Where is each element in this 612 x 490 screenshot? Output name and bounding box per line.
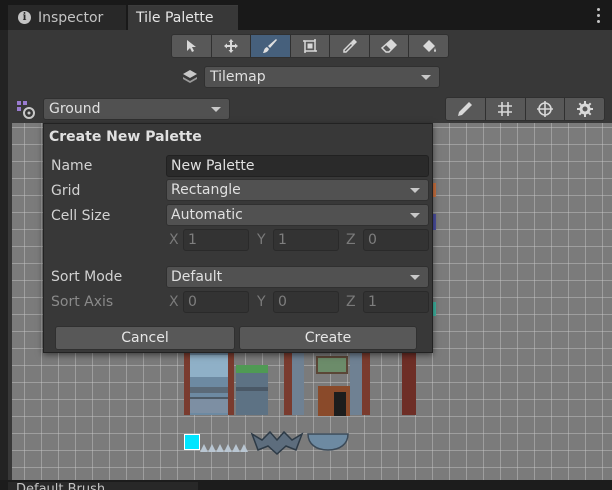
cell-z-field: 0 (363, 229, 429, 251)
tab-inspector[interactable]: i Inspector (8, 5, 126, 30)
axis-x-label: X (169, 294, 179, 310)
palette-dropdown[interactable]: Ground (43, 98, 230, 120)
tab-label: Tile Palette (136, 10, 214, 26)
axis-z-label: Z (346, 294, 356, 310)
create-palette-dialog: Create New Palette Name New Palette Grid… (43, 123, 433, 353)
door-tile[interactable] (318, 386, 350, 416)
wall-tile[interactable] (236, 365, 268, 415)
sign-tile[interactable] (316, 356, 348, 374)
fill-tool-button[interactable] (408, 34, 450, 58)
platform-tile[interactable] (306, 432, 350, 452)
cell-size-dropdown[interactable]: Automatic (166, 204, 429, 226)
tab-bar: i Inspector Tile Palette (0, 0, 612, 30)
name-input[interactable]: New Palette (166, 155, 429, 177)
grid-dropdown-value: Rectangle (171, 182, 241, 198)
cell-y-field: 1 (273, 229, 339, 251)
axis-y-label: Y (257, 294, 266, 310)
selected-tile[interactable] (184, 434, 200, 450)
tilemap-dropdown-value: Tilemap (210, 69, 266, 85)
cell-z-label: Z (346, 232, 356, 248)
move-icon (223, 39, 238, 53)
palette-icon[interactable] (16, 100, 36, 120)
grid-icon (498, 102, 513, 116)
gizmos-button[interactable] (524, 97, 566, 121)
cell-x-label: X (169, 232, 179, 248)
select-tool-button[interactable] (171, 34, 212, 58)
bat-tile[interactable] (250, 430, 304, 456)
tool-bar (171, 34, 450, 58)
grid-dropdown[interactable]: Rectangle (166, 179, 429, 201)
sort-mode-dropdown-value: Default (171, 269, 223, 285)
settings-gear-icon (576, 101, 593, 117)
cell-size-dropdown-value: Automatic (171, 207, 243, 223)
palette-dropdown-value: Ground (49, 101, 101, 117)
toggle-grid-button[interactable] (484, 97, 526, 121)
chevron-down-icon (410, 275, 420, 280)
sort-axis-x-field: 0 (183, 291, 249, 313)
tab-tile-palette[interactable]: Tile Palette (128, 5, 238, 30)
edit-palette-button[interactable] (445, 97, 486, 121)
palette-toolbar (445, 97, 605, 121)
box-fill-icon (303, 39, 318, 53)
box-fill-tool-button[interactable] (289, 34, 331, 58)
pillar-tile[interactable] (402, 353, 416, 415)
cancel-button[interactable]: Cancel (55, 326, 235, 350)
palette-settings-button[interactable] (564, 97, 605, 121)
tilemap-dropdown[interactable]: Tilemap (204, 66, 440, 88)
kebab-menu-icon[interactable] (590, 6, 606, 24)
info-icon: i (18, 11, 31, 24)
chevron-down-icon (211, 107, 221, 112)
cell-x-field: 1 (183, 229, 249, 251)
gizmo-target-icon (536, 101, 553, 117)
tab-default-brush[interactable]: Default Brush (8, 482, 198, 490)
sort-axis-y-field: 0 (273, 291, 339, 313)
window-left-edge (0, 0, 8, 490)
sort-axis-z-field: 1 (363, 291, 429, 313)
window-tile[interactable] (184, 353, 234, 415)
sort-axis-label: Sort Axis (51, 294, 114, 310)
chevron-down-icon (410, 213, 420, 218)
cell-size-label: Cell Size (51, 208, 111, 224)
paintbrush-icon (263, 39, 278, 53)
name-label: Name (51, 158, 93, 174)
cell-y-label: Y (257, 232, 266, 248)
grid-label: Grid (51, 183, 81, 199)
sort-mode-dropdown[interactable]: Default (166, 266, 429, 288)
eraser-icon (381, 38, 398, 53)
layers-icon (183, 70, 197, 83)
create-button[interactable]: Create (239, 326, 417, 350)
select-arrow-icon (187, 40, 197, 52)
chevron-down-icon (410, 188, 420, 193)
spikes-tile[interactable] (200, 440, 250, 452)
edit-pencil-icon (458, 102, 473, 116)
dialog-title: Create New Palette (49, 129, 202, 145)
eyedropper-icon (342, 39, 357, 53)
move-tool-button[interactable] (210, 34, 252, 58)
eraser-tool-button[interactable] (368, 34, 410, 58)
sort-mode-label: Sort Mode (51, 269, 123, 285)
picker-tool-button[interactable] (329, 34, 370, 58)
paint-tool-button[interactable] (250, 34, 291, 58)
chevron-down-icon (421, 75, 431, 80)
tab-label: Inspector (38, 9, 104, 26)
fill-bucket-icon (422, 40, 436, 52)
